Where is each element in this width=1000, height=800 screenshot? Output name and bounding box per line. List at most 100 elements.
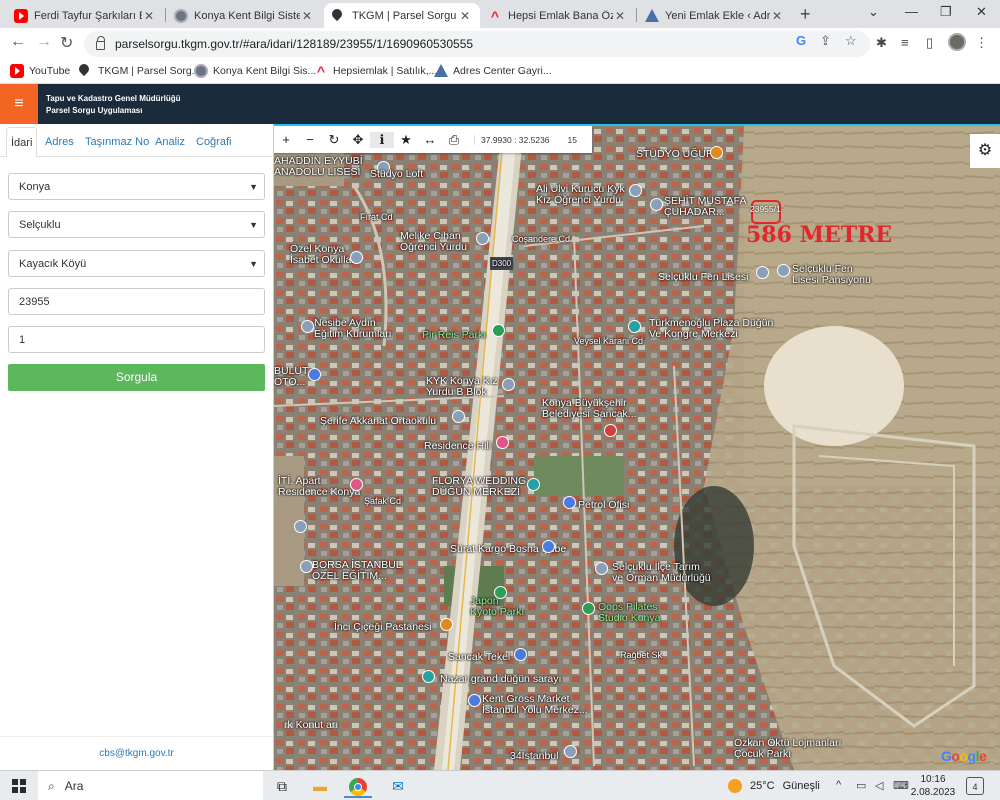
chrome-icon[interactable] (344, 774, 372, 798)
chevron-up-icon[interactable]: ^ (836, 779, 841, 791)
school-pin-icon[interactable] (350, 251, 363, 264)
share-icon[interactable]: ⇪ (820, 33, 831, 49)
tab-search-icon[interactable]: ⌄ (868, 4, 879, 20)
lock-icon[interactable] (96, 36, 105, 50)
parcel-number-input[interactable]: 1 (8, 326, 265, 353)
media-icon[interactable]: ≡ (901, 35, 909, 50)
language-icon[interactable]: ⌨ (893, 779, 909, 792)
bookmark-tkgm[interactable]: TKGM | Parsel Sorg... (79, 64, 201, 78)
shop-pin-icon[interactable] (514, 648, 527, 661)
close-icon[interactable]: ✕ (458, 9, 472, 23)
pan-icon[interactable]: ✥ (346, 132, 370, 148)
restore-button[interactable]: ❐ (940, 4, 952, 20)
tab-cografi[interactable]: Coğrafi (196, 127, 231, 157)
refresh-icon[interactable]: ↻ (322, 132, 346, 148)
venue-pin-icon[interactable] (628, 320, 641, 333)
new-tab-button[interactable]: + (800, 4, 811, 25)
gym-pin-icon[interactable] (582, 602, 595, 615)
satellite-map[interactable]: + − ↻ ✥ ℹ ★ ↔ ⎙ 37.9930 : 32.5236 15 ⚙ 2… (274, 126, 1000, 770)
close-icon[interactable]: ✕ (142, 9, 156, 23)
park-pin-icon[interactable] (494, 586, 507, 599)
hotel-pin-icon[interactable] (350, 478, 363, 491)
block-number-input[interactable]: 23955 (8, 288, 265, 315)
shop-pin-icon[interactable] (542, 540, 555, 553)
shop-pin-icon[interactable] (564, 745, 577, 758)
close-icon[interactable]: ✕ (770, 9, 784, 23)
bookmark-youtube[interactable]: YouTube (10, 64, 70, 78)
task-view-icon[interactable]: ⧉ (268, 774, 296, 798)
bookmark-adres-center[interactable]: Adres Center Gayri... (434, 64, 552, 77)
tab-konya-kent[interactable]: Konya Kent Bilgi Sistemi ✕ (166, 3, 322, 28)
reload-icon[interactable]: ↻ (60, 33, 73, 53)
zoom-in-icon[interactable]: + (274, 132, 298, 147)
shop-pin-icon[interactable] (308, 368, 321, 381)
tab-hepsi-emlak[interactable]: ^ Hepsi Emlak Bana Özel ✕ (480, 3, 635, 28)
tab-idari[interactable]: İdari (6, 127, 38, 157)
star-icon[interactable]: ★ (394, 132, 418, 148)
school-pin-icon[interactable] (629, 184, 642, 197)
extensions-icon[interactable]: ✱ (876, 35, 887, 51)
file-explorer-icon[interactable]: ▬ (306, 774, 334, 798)
url-text[interactable]: parselsorgu.tkgm.gov.tr/#ara/idari/12818… (115, 37, 473, 51)
school-pin-icon[interactable] (452, 410, 465, 423)
tab-tkgm-parsel[interactable]: TKGM | Parsel Sorgu Uyg ✕ (324, 3, 480, 28)
bookmark-hepsiemlak[interactable]: ^ Hepsiemlak | Satılık,... (314, 64, 437, 78)
school-pin-icon[interactable] (294, 520, 307, 533)
map-place-label: Şerife Akkanat Ortaokulu (320, 415, 437, 427)
close-icon[interactable]: ✕ (300, 9, 314, 23)
government-pin-icon[interactable] (604, 424, 617, 437)
mail-icon[interactable]: ✉ (384, 774, 412, 798)
school-pin-icon[interactable] (650, 198, 663, 211)
zoom-out-icon[interactable]: − (298, 132, 322, 147)
network-icon[interactable]: ▭ (856, 779, 866, 792)
tab-tasinmaz-no[interactable]: Taşınmaz No (85, 127, 149, 157)
tab-analiz[interactable]: Analiz (155, 127, 185, 157)
province-select[interactable]: Konya ▼ (8, 173, 265, 200)
school-pin-icon[interactable] (300, 560, 313, 573)
measure-icon[interactable]: ↔ (418, 132, 442, 147)
forward-icon[interactable]: → (36, 33, 52, 51)
district-select[interactable]: Selçuklu ▼ (8, 211, 265, 238)
school-pin-icon[interactable] (476, 232, 489, 245)
tab-ferdi-tayfur[interactable]: Ferdi Tayfur Şarkıları E ✕ (6, 3, 164, 28)
fuel-pin-icon[interactable] (563, 496, 576, 509)
window-close-button[interactable]: ✕ (976, 4, 987, 20)
bookmark-konya-kent[interactable]: Konya Kent Bilgi Sis... (194, 64, 316, 78)
query-button[interactable]: Sorgula (8, 364, 265, 391)
avatar[interactable] (948, 33, 966, 51)
cafe-pin-icon[interactable] (710, 146, 723, 159)
weather-widget[interactable]: 25°C Güneşli (728, 779, 820, 793)
system-clock[interactable]: 10:16 2.08.2023 (908, 773, 958, 799)
shop-pin-icon[interactable] (468, 694, 481, 707)
taskbar-search[interactable]: ⌕ Ara (38, 771, 263, 800)
minimize-button[interactable]: — (905, 4, 918, 19)
park-pin-icon[interactable] (492, 324, 505, 337)
print-icon[interactable]: ⎙ (442, 132, 466, 148)
close-icon[interactable]: ✕ (613, 9, 627, 23)
back-icon[interactable]: ← (10, 33, 26, 51)
bookmark-star-icon[interactable]: ☆ (845, 33, 857, 49)
neighborhood-select[interactable]: Kayacık Köyü ▼ (8, 250, 265, 277)
address-bar[interactable]: parselsorgu.tkgm.gov.tr/#ara/idari/12818… (84, 31, 870, 57)
side-panel-icon[interactable]: ▯ (926, 35, 933, 51)
windows-start-icon[interactable] (12, 779, 26, 793)
tab-adres[interactable]: Adres (45, 127, 74, 157)
hamburger-icon[interactable]: ≡ (0, 84, 38, 124)
hotel-pin-icon[interactable] (496, 436, 509, 449)
footer-email-link[interactable]: cbs@tkgm.gov.tr (0, 736, 273, 770)
government-pin-icon[interactable] (595, 562, 608, 575)
school-pin-icon[interactable] (502, 378, 515, 391)
gear-icon[interactable]: ⚙ (970, 134, 1000, 168)
cafe-pin-icon[interactable] (440, 618, 453, 631)
more-menu-icon[interactable]: ⋮ (975, 35, 988, 51)
tab-yeni-emlak[interactable]: Yeni Emlak Ekle ‹ Adres C ✕ (637, 3, 792, 28)
school-pin-icon[interactable] (301, 320, 314, 333)
school-pin-icon[interactable] (756, 266, 769, 279)
venue-pin-icon[interactable] (527, 478, 540, 491)
volume-icon[interactable]: ◁ (875, 779, 883, 792)
info-icon[interactable]: ℹ (370, 131, 394, 148)
notification-center-icon[interactable]: 4 (966, 777, 984, 795)
google-translate-icon[interactable]: G (796, 33, 806, 48)
venue-pin-icon[interactable] (422, 670, 435, 683)
school-pin-icon[interactable] (777, 264, 790, 277)
